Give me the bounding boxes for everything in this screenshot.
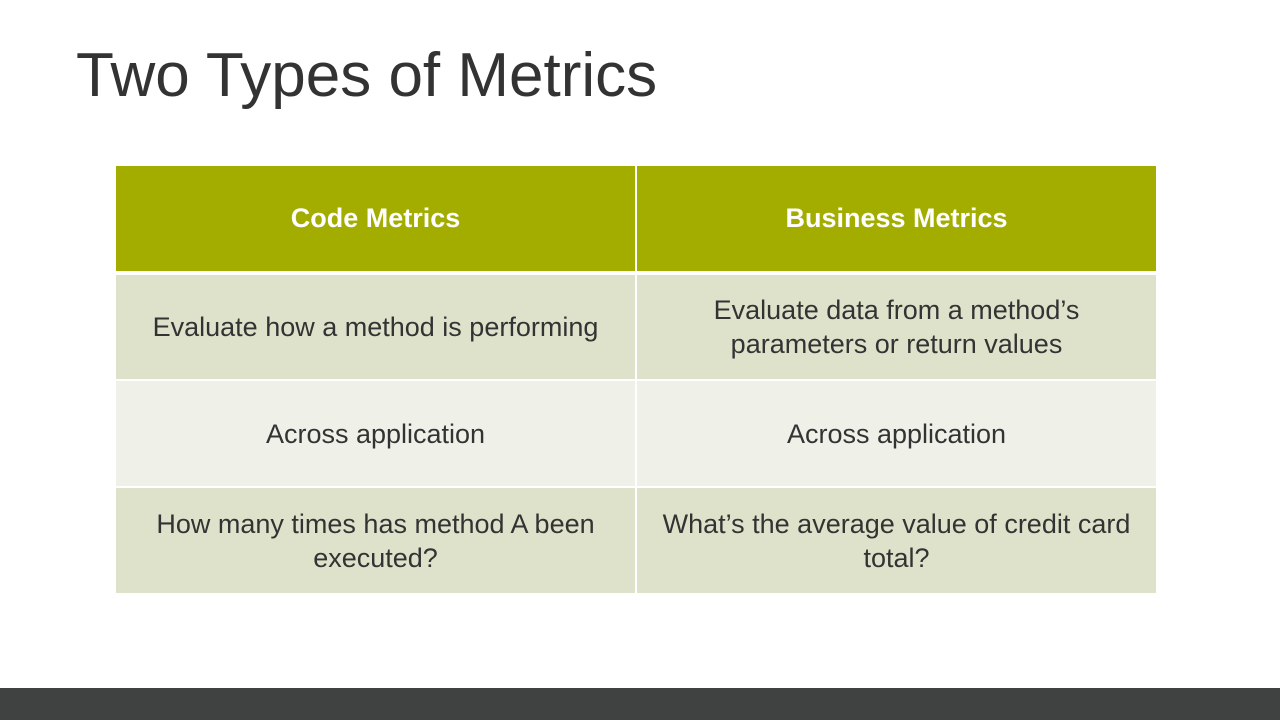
- header-code-metrics: Code Metrics: [114, 164, 637, 275]
- table-cell: Across application: [635, 379, 1158, 488]
- table-cell: How many times has method A been execute…: [114, 486, 637, 595]
- header-business-metrics: Business Metrics: [635, 164, 1158, 275]
- table-cell: Across application: [114, 379, 637, 488]
- table-header-row: Code Metrics Business Metrics: [114, 164, 1158, 275]
- table-row: Across application Across application: [114, 379, 1158, 488]
- table-row: How many times has method A been execute…: [114, 486, 1158, 595]
- slide-title: Two Types of Metrics: [76, 41, 658, 110]
- metrics-comparison-table: Code Metrics Business Metrics Evaluate h…: [114, 164, 1158, 595]
- table-cell: Evaluate how a method is performing: [114, 272, 637, 381]
- slide: Two Types of Metrics Code Metrics Busine…: [0, 0, 1280, 720]
- table-cell: Evaluate data from a method’s parameters…: [635, 272, 1158, 381]
- table-row: Evaluate how a method is performing Eval…: [114, 272, 1158, 381]
- table-cell: What’s the average value of credit card …: [635, 486, 1158, 595]
- footer-bar: [0, 688, 1280, 720]
